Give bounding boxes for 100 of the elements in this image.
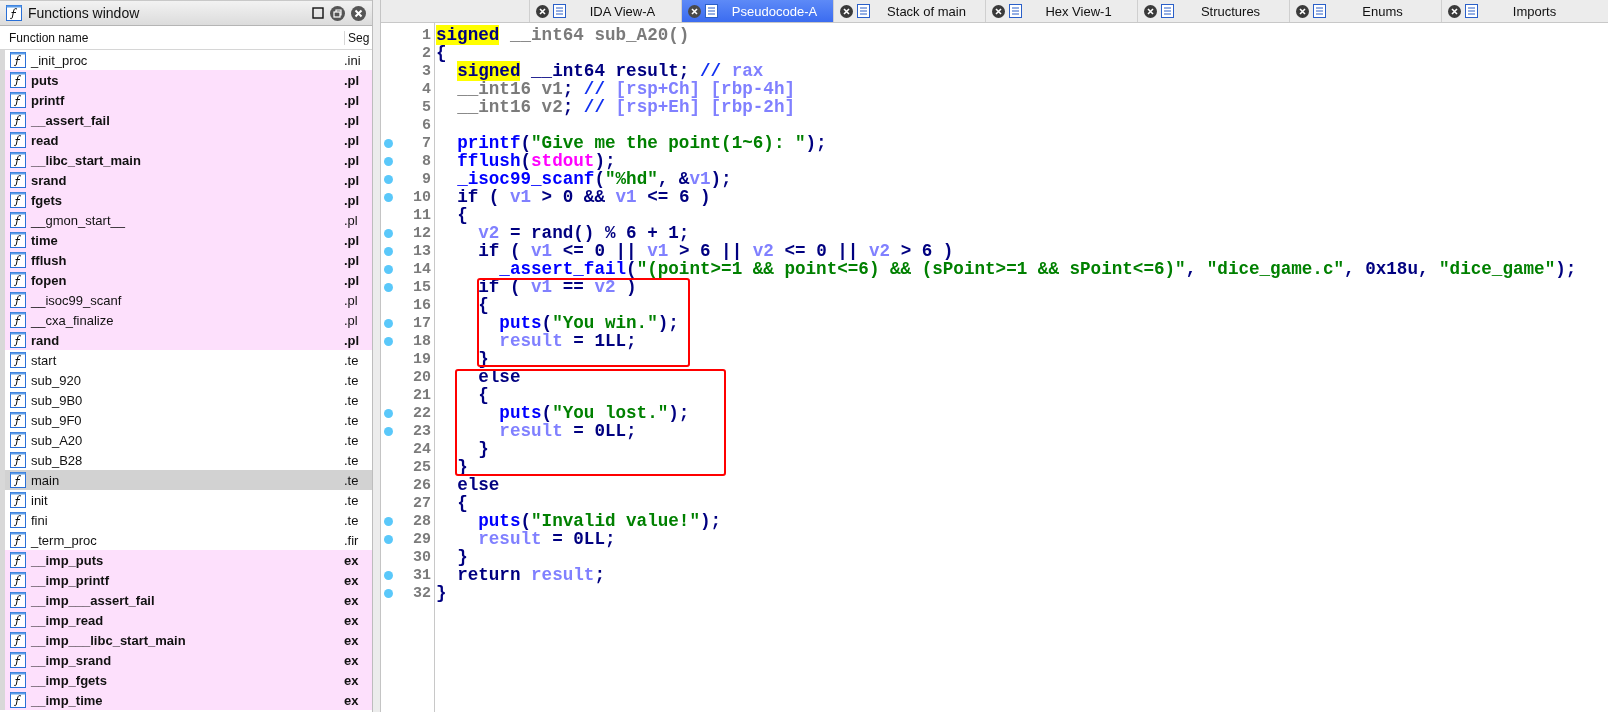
- breakpoint-marker[interactable]: [384, 138, 393, 148]
- line-number: 24: [413, 440, 431, 458]
- breakpoint-marker[interactable]: [384, 408, 393, 418]
- code-line: __int16 v1; // [rsp+Ch] [rbp-4h]: [456, 80, 797, 98]
- function-row[interactable]: time .pl: [0, 230, 372, 250]
- breakpoint-marker[interactable]: [384, 192, 393, 202]
- function-row[interactable]: main .te: [0, 470, 372, 490]
- close-icon[interactable]: [351, 5, 366, 21]
- function-row[interactable]: fopen .pl: [0, 270, 372, 290]
- tab[interactable]: Structures: [1137, 0, 1289, 22]
- line-number: 14: [413, 260, 431, 278]
- segment-name: .pl: [344, 132, 361, 148]
- function-row[interactable]: __libc_start_main .pl: [0, 150, 372, 170]
- function-row[interactable]: __imp___libc_start_main ex: [0, 630, 372, 650]
- line-number: 26: [413, 476, 431, 494]
- close-icon[interactable]: [840, 4, 853, 18]
- segment-name: .te: [344, 372, 360, 388]
- function-row[interactable]: __imp_time ex: [0, 690, 372, 710]
- code-line: }: [436, 584, 448, 602]
- segment-name: ex: [344, 572, 360, 588]
- function-name: __cxa_finalize: [31, 312, 115, 328]
- tab[interactable]: Imports: [1441, 0, 1593, 22]
- close-icon[interactable]: [992, 4, 1005, 18]
- function-icon: [6, 5, 22, 21]
- function-row[interactable]: srand .pl: [0, 170, 372, 190]
- breakpoint-marker[interactable]: [384, 174, 393, 184]
- breakpoint-marker[interactable]: [384, 570, 393, 580]
- function-row[interactable]: __imp_read ex: [0, 610, 372, 630]
- panel-splitter[interactable]: [373, 0, 381, 712]
- document-icon: [1313, 4, 1326, 18]
- function-row[interactable]: puts .pl: [0, 70, 372, 90]
- breakpoint-marker[interactable]: [384, 228, 393, 238]
- line-number: 29: [413, 530, 431, 548]
- segment-name: .pl: [344, 72, 361, 88]
- tab[interactable]: Stack of main: [833, 0, 985, 22]
- segment-name: .pl: [344, 272, 361, 288]
- code-line: puts("You lost.");: [498, 404, 691, 422]
- segment-name: ex: [344, 692, 360, 708]
- function-icon: [10, 292, 26, 308]
- segment-name: .pl: [344, 92, 361, 108]
- function-row[interactable]: printf .pl: [0, 90, 372, 110]
- tab[interactable]: Pseudocode-A: [681, 0, 833, 22]
- function-row[interactable]: __imp_puts ex: [0, 550, 372, 570]
- code-line: {: [477, 296, 490, 314]
- function-icon: [10, 272, 26, 288]
- function-icon: [10, 492, 26, 508]
- function-row[interactable]: fflush .pl: [0, 250, 372, 270]
- function-row[interactable]: __isoc99_scanf .pl: [0, 290, 372, 310]
- code-line: _isoc99_scanf("%hd", &v1);: [456, 170, 733, 188]
- document-icon: [705, 4, 718, 18]
- breakpoint-marker[interactable]: [384, 282, 393, 292]
- line-number: 2: [422, 44, 431, 62]
- function-row[interactable]: fgets .pl: [0, 190, 372, 210]
- function-row[interactable]: __imp_fgets ex: [0, 670, 372, 690]
- line-number: 32: [413, 584, 431, 602]
- breakpoint-marker[interactable]: [384, 318, 393, 328]
- breakpoint-marker[interactable]: [384, 264, 393, 274]
- breakpoint-marker[interactable]: [384, 336, 393, 346]
- function-icon: [10, 152, 26, 168]
- function-icon: [10, 332, 26, 348]
- code-line: printf("Give me the point(1~6): ");: [456, 134, 828, 152]
- line-number: 10: [413, 188, 431, 206]
- tab[interactable]: Hex View-1: [985, 0, 1137, 22]
- function-name: fflush: [31, 252, 68, 268]
- function-row[interactable]: __cxa_finalize .pl: [0, 310, 372, 330]
- function-icon: [10, 552, 26, 568]
- segment-name: ex: [344, 672, 360, 688]
- document-icon: [1465, 4, 1478, 18]
- tab[interactable]: Enums: [1289, 0, 1441, 22]
- breakpoint-marker[interactable]: [384, 426, 393, 436]
- close-icon[interactable]: [688, 4, 701, 18]
- segment-name: .pl: [344, 112, 361, 128]
- function-name: start: [31, 352, 58, 368]
- code-line: result = 0LL;: [477, 530, 617, 548]
- function-icon: [10, 392, 26, 408]
- function-row[interactable]: __assert_fail .pl: [0, 110, 372, 130]
- breakpoint-marker[interactable]: [384, 516, 393, 526]
- function-row[interactable]: __imp_printf ex: [0, 570, 372, 590]
- function-row[interactable]: __imp___assert_fail ex: [0, 590, 372, 610]
- function-name: __imp_srand: [31, 652, 113, 668]
- column-header[interactable]: Seg: [344, 30, 372, 45]
- close-icon[interactable]: [1448, 4, 1461, 18]
- function-row[interactable]: rand .pl: [0, 330, 372, 350]
- tab[interactable]: IDA View-A: [529, 0, 681, 22]
- close-icon[interactable]: [1144, 4, 1157, 18]
- breakpoint-marker[interactable]: [384, 588, 393, 598]
- function-row[interactable]: __gmon_start__ .pl: [0, 210, 372, 230]
- document-icon: [1009, 4, 1022, 18]
- breakpoint-marker[interactable]: [384, 156, 393, 166]
- function-row[interactable]: __imp_srand ex: [0, 650, 372, 670]
- column-header[interactable]: Function name: [0, 30, 344, 45]
- function-row[interactable]: read .pl: [0, 130, 372, 150]
- segment-name: .pl: [344, 172, 361, 188]
- close-icon[interactable]: [536, 4, 549, 18]
- close-icon[interactable]: [1296, 4, 1309, 18]
- restore-icon[interactable]: [330, 5, 345, 21]
- breakpoint-marker[interactable]: [384, 246, 393, 256]
- maximize-icon[interactable]: [312, 7, 324, 19]
- function-name: main: [31, 472, 61, 488]
- breakpoint-marker[interactable]: [384, 534, 393, 544]
